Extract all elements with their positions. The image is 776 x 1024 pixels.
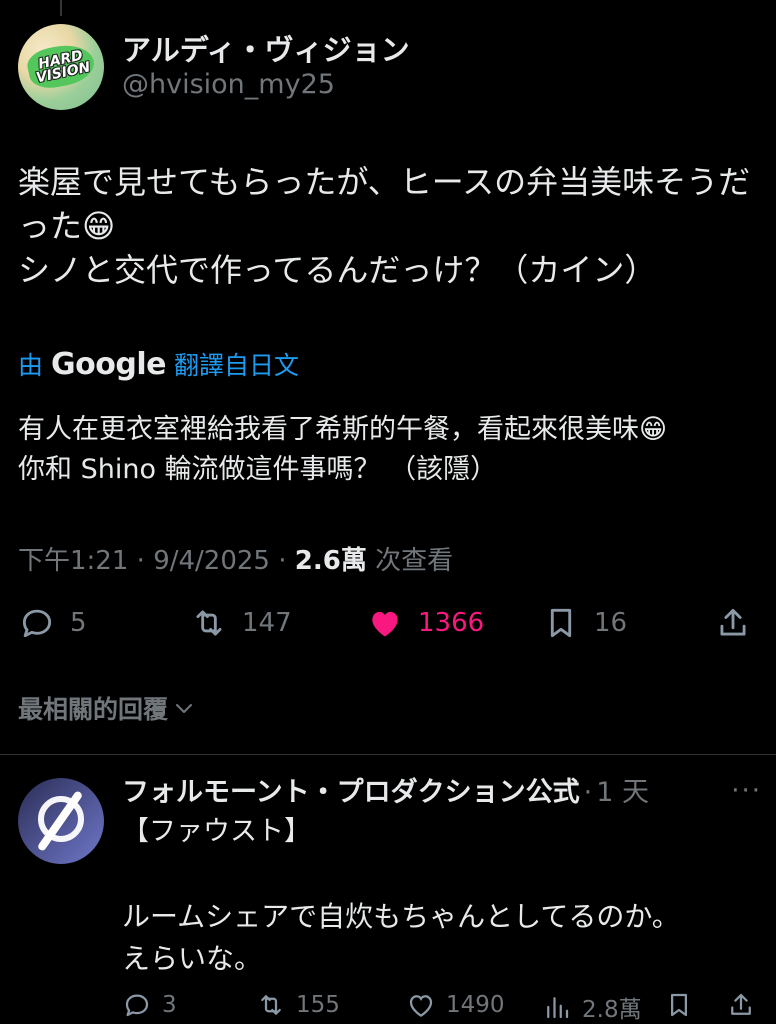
reply-share-button[interactable]	[726, 990, 756, 1020]
tweet-text: 楽屋で見せてもらったが、ヒースの弁当美味そうだった😁 シノと交代で作ってるんだっ…	[18, 163, 751, 289]
translated-text: 有人在更衣室裡給我看了希斯的午餐，看起來很美味😁 你和 Shino 輪流做這件事…	[18, 414, 668, 485]
author-display-name[interactable]: アルディ・ヴィジョン	[122, 32, 410, 68]
bookmark-button[interactable]: 16	[542, 604, 627, 642]
reply-count: 5	[70, 608, 87, 638]
google-logo: Google	[51, 346, 166, 382]
reply-reply-button[interactable]: 3	[122, 990, 177, 1020]
reply-reply-count: 3	[162, 992, 177, 1018]
tweet-detail-page: HARD VISION アルディ・ヴィジョン @hvision_my25 楽屋で…	[0, 0, 776, 1024]
reply-time[interactable]: 1 天	[596, 776, 649, 810]
translation-attribution[interactable]: 由 Google 翻譯自日文	[18, 346, 299, 382]
reply-display-name[interactable]: フォルモーント・プロダクション公式	[122, 776, 580, 810]
share-icon	[731, 993, 751, 1015]
share-button[interactable]	[714, 604, 752, 642]
share-icon	[720, 608, 746, 636]
author-handle[interactable]: @hvision_my25	[122, 68, 410, 102]
bookmark-count: 16	[594, 608, 628, 638]
bookmark-icon	[550, 608, 572, 638]
like-button[interactable]: 1366	[366, 604, 484, 642]
reply-views-button[interactable]: 2.8萬	[542, 990, 642, 1024]
reply-avatar[interactable]	[18, 778, 104, 864]
more-options-button[interactable]: ···	[731, 776, 762, 806]
reply-bookmark-button[interactable]	[664, 990, 694, 1020]
repost-icon	[196, 610, 222, 636]
heart-icon	[409, 995, 433, 1017]
reply-actions: 3 155 1490 2.8萬	[122, 990, 762, 1024]
views-icon	[547, 997, 569, 1019]
reply-button[interactable]: 5	[18, 604, 87, 642]
repost-button[interactable]: 147	[190, 604, 292, 642]
repost-icon	[261, 995, 281, 1015]
tweet-meta: 下午1:21 · 9/4/2025 · 2.6萬 次查看	[18, 540, 453, 577]
divider	[0, 754, 776, 755]
reply-body: フォルモーント・プロダクション公式 · 1 天 ··· 【ファウスト】 ルームシ…	[122, 776, 762, 980]
reply-repost-count: 155	[296, 992, 340, 1018]
tweet-date[interactable]: 9/4/2025	[153, 546, 270, 576]
meta-separator: ·	[278, 546, 287, 576]
reply-icon	[22, 609, 52, 638]
meta-separator: ·	[136, 546, 145, 576]
heart-icon	[372, 611, 398, 637]
chevron-down-icon	[176, 704, 193, 713]
bookmark-icon	[671, 993, 687, 1017]
views-label: 次查看	[375, 546, 454, 576]
tweet-actions: 5 147 1366 16	[18, 604, 758, 648]
repost-count: 147	[242, 608, 292, 638]
reply-separator: ·	[583, 777, 593, 808]
tweet-time[interactable]: 下午1:21	[18, 546, 128, 576]
sort-label: 最相關的回覆	[18, 695, 169, 724]
avatar[interactable]: HARD VISION	[18, 24, 104, 110]
reply-like-count: 1490	[446, 992, 505, 1018]
translation-prefix: 由	[18, 351, 44, 380]
reply-like-button[interactable]: 1490	[406, 990, 505, 1020]
like-count: 1366	[418, 608, 485, 638]
translation-suffix: 翻譯自日文	[173, 351, 299, 380]
thread-connector	[60, 0, 62, 16]
tweet-author[interactable]: HARD VISION アルディ・ヴィジョン @hvision_my25	[18, 24, 410, 110]
replies-sort-dropdown[interactable]: 最相關的回覆	[18, 690, 196, 726]
author-names: アルディ・ヴィジョン @hvision_my25	[122, 32, 410, 102]
reply-header: フォルモーント・プロダクション公式 · 1 天	[122, 776, 762, 810]
reply-text: ルームシェアで自炊もちゃんとしてるのか。 えらいな。	[122, 900, 680, 975]
reply-repost-button[interactable]: 155	[256, 990, 340, 1020]
reply-views-count: 2.8萬	[582, 997, 642, 1023]
reply-tag: 【ファウスト】	[122, 816, 311, 847]
reply-icon	[125, 994, 149, 1017]
views-count: 2.6萬	[294, 546, 367, 576]
